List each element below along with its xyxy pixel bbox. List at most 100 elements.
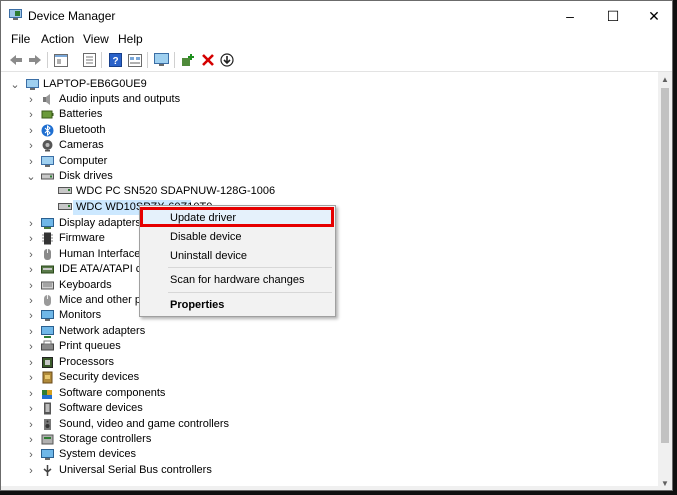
update-driver-icon[interactable] (180, 52, 196, 68)
chevron-right-icon[interactable]: › (26, 278, 36, 293)
tree-category-item[interactable]: Storage controllers (59, 432, 151, 447)
tree-category-item[interactable]: Audio inputs and outputs (59, 92, 180, 107)
display-icon (41, 218, 54, 229)
menu-bar: File Action View Help (1, 31, 672, 49)
menu-view[interactable]: View (83, 32, 109, 46)
chevron-right-icon[interactable]: › (26, 262, 36, 277)
ide-icon (41, 265, 54, 274)
properties-sheet-icon[interactable] (53, 52, 69, 68)
processor-icon (42, 357, 53, 368)
chevron-right-icon[interactable]: › (26, 308, 36, 323)
tree-category-item[interactable]: Universal Serial Bus controllers (59, 463, 212, 478)
tree-category-item[interactable]: Monitors (59, 308, 101, 323)
menu-separator (168, 292, 332, 293)
tree-category-item[interactable]: Processors (59, 355, 114, 370)
svg-text:?: ? (112, 56, 118, 67)
tree-category-item[interactable]: Bluetooth (59, 123, 105, 138)
chevron-right-icon[interactable]: › (26, 216, 36, 231)
details-view-icon[interactable] (127, 52, 143, 68)
chevron-right-icon[interactable]: › (26, 339, 36, 354)
chevron-right-icon[interactable]: › (26, 401, 36, 416)
toolbar: ? (1, 49, 672, 72)
scrollbar-thumb[interactable] (661, 88, 669, 443)
download-icon[interactable] (219, 52, 235, 68)
chevron-right-icon[interactable]: › (26, 107, 36, 122)
tree-category-item[interactable]: Computer (59, 154, 107, 169)
scan-monitor-icon[interactable] (153, 52, 169, 68)
forward-icon[interactable] (27, 52, 43, 68)
chevron-right-icon[interactable]: › (26, 463, 36, 478)
chevron-right-icon[interactable]: › (26, 370, 36, 385)
chevron-right-icon[interactable]: › (26, 293, 36, 308)
menu-file[interactable]: File (11, 32, 30, 46)
list-view-icon[interactable] (81, 52, 97, 68)
tree-category-item[interactable]: Network adapters (59, 324, 145, 339)
chevron-right-icon[interactable]: › (26, 92, 36, 107)
chevron-right-icon[interactable]: › (26, 324, 36, 339)
sound-icon (44, 419, 51, 430)
security-icon (42, 371, 53, 384)
maximize-button[interactable]: ☐ (590, 1, 636, 31)
tree-category-item[interactable]: Security devices (59, 370, 139, 385)
tree-category-item[interactable]: Mice and other po (59, 293, 147, 308)
back-icon[interactable] (8, 52, 24, 68)
tree-category-item[interactable]: System devices (59, 447, 136, 462)
chevron-right-icon[interactable]: › (26, 138, 36, 153)
bluetooth-icon (41, 124, 54, 137)
monitor-icon (41, 310, 54, 321)
network-icon (41, 326, 54, 338)
tree-category-item[interactable]: Firmware (59, 231, 105, 246)
chevron-right-icon[interactable]: › (26, 432, 36, 447)
tree-category-item[interactable]: Software devices (59, 401, 143, 416)
tree-category-item[interactable]: Disk drives (59, 169, 113, 184)
chevron-right-icon[interactable]: › (26, 355, 36, 370)
keyboard-icon (41, 281, 54, 290)
mouse-icon (44, 295, 51, 306)
toolbar-separator (101, 52, 102, 68)
chevron-right-icon[interactable]: › (26, 386, 36, 401)
scroll-up-arrow-icon[interactable]: ▲ (658, 72, 672, 86)
menu-separator (168, 267, 332, 268)
tree-root-label[interactable]: LAPTOP-EB6G0UE9 (43, 77, 147, 92)
annotation-highlight-box (140, 207, 334, 227)
chevron-down-icon[interactable]: ⌄ (26, 169, 36, 184)
menu-action[interactable]: Action (41, 32, 74, 46)
help-icon[interactable]: ? (107, 52, 123, 68)
tree-category-item[interactable]: Cameras (59, 138, 104, 153)
toolbar-separator (147, 52, 148, 68)
tree-category-item[interactable]: Print queues (59, 339, 121, 354)
disk-drive-item[interactable]: WDC PC SN520 SDAPNUW-128G-1006 (76, 184, 275, 199)
chevron-down-icon[interactable]: ⌄ (10, 77, 20, 92)
menu-scan-hardware[interactable]: Scan for hardware changes (141, 271, 334, 289)
usb-icon (43, 465, 52, 476)
toolbar-separator (47, 52, 48, 68)
drive-icon (58, 187, 72, 194)
device-manager-window: Device Manager – ☐ ✕ File Action View He… (0, 0, 673, 491)
hid-icon (44, 249, 51, 260)
menu-properties[interactable]: Properties (141, 296, 334, 314)
chevron-right-icon[interactable]: › (26, 247, 36, 262)
chevron-right-icon[interactable]: › (26, 154, 36, 169)
uninstall-icon[interactable] (200, 52, 216, 68)
close-button[interactable]: ✕ (631, 1, 672, 31)
tree-category-item[interactable]: Sound, video and game controllers (59, 417, 229, 432)
chevron-right-icon[interactable]: › (26, 447, 36, 462)
minimize-button[interactable]: – (547, 1, 593, 31)
chevron-right-icon[interactable]: › (26, 123, 36, 138)
tree-category-item[interactable]: Keyboards (59, 278, 112, 293)
tree-category-item[interactable]: Human Interface D (59, 247, 151, 262)
tree-category-item[interactable]: Batteries (59, 107, 102, 122)
menu-disable-device[interactable]: Disable device (141, 228, 334, 246)
system-icon (41, 449, 54, 460)
chevron-right-icon[interactable]: › (26, 231, 36, 246)
chevron-right-icon[interactable]: › (26, 417, 36, 432)
puzzle-icon (42, 390, 52, 399)
speaker-icon (43, 94, 50, 105)
menu-help[interactable]: Help (118, 32, 143, 46)
menu-uninstall-device[interactable]: Uninstall device (141, 247, 334, 265)
status-bar (1, 486, 672, 490)
vertical-scrollbar[interactable]: ▲ ▼ (658, 72, 672, 490)
tree-category-item[interactable]: Display adapters (59, 216, 141, 231)
computer-icon (26, 79, 39, 90)
tree-category-item[interactable]: Software components (59, 386, 165, 401)
